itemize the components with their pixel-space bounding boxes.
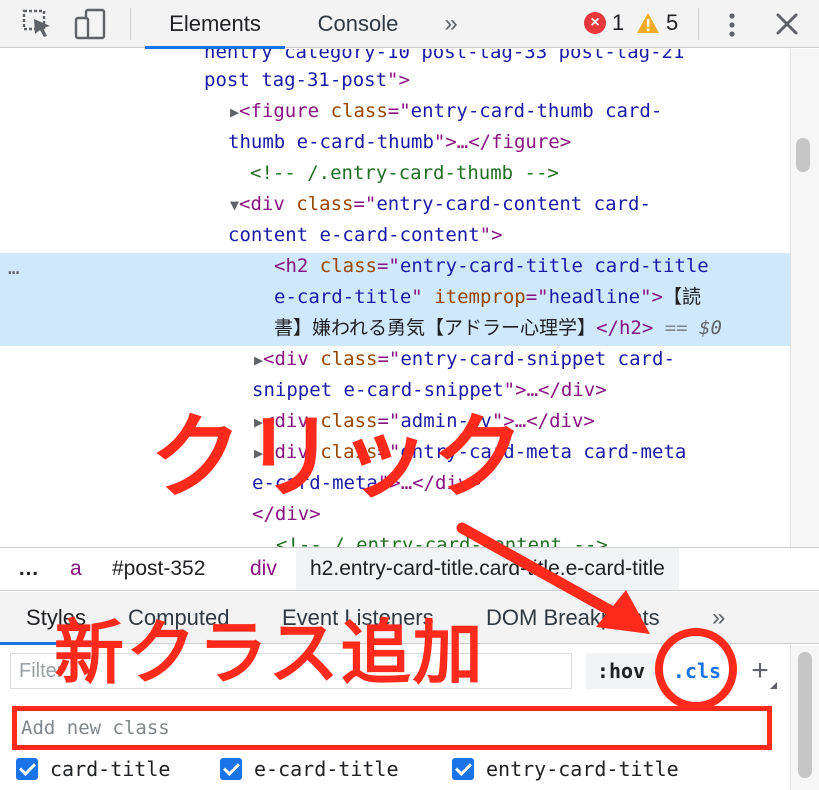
annotation-click-label: クリック <box>150 404 527 511</box>
add-class-highlight-box <box>12 706 772 750</box>
device-toolbar-icon[interactable] <box>74 8 108 40</box>
inspect-element-icon[interactable] <box>22 9 54 39</box>
checkbox-checked-icon[interactable] <box>16 758 38 780</box>
dom-line[interactable]: thumb e-card-thumb">…</figure> <box>228 127 790 158</box>
collapse-triangle-icon[interactable]: ▼ <box>230 196 239 214</box>
hov-button[interactable]: :hov <box>586 653 656 689</box>
dom-line[interactable]: post tag-31-post"> <box>204 65 790 96</box>
dom-tree-scrollbar-thumb[interactable] <box>796 138 810 172</box>
dom-comment[interactable]: <!-- /.entry-card-thumb --> <box>250 158 790 189</box>
class-toggle-e-card-title[interactable]: e-card-title <box>220 755 399 783</box>
dom-line[interactable]: 書】嫌われる勇気【アドラー心理学】</h2> == $0 <box>274 313 790 344</box>
class-toggle-card-title[interactable]: card-title <box>16 755 170 783</box>
error-count: 1 <box>612 10 625 35</box>
class-toggle-label: e-card-title <box>254 757 399 781</box>
dom-node-h2-selected[interactable]: <h2 class="entry-card-title card-title <box>274 251 790 282</box>
class-toggle-label: entry-card-title <box>486 757 679 781</box>
more-sidebar-tabs-button[interactable]: » <box>712 592 725 644</box>
breadcrumb-overflow[interactable]: … <box>18 548 39 590</box>
tab-dom-breakpoints[interactable]: DOM Breakpoints <box>486 592 660 644</box>
checkbox-checked-icon[interactable] <box>220 758 242 780</box>
dom-node-figure[interactable]: ▶<figure class="entry-card-thumb card- <box>230 96 790 127</box>
new-rule-menu-corner-icon <box>770 682 777 689</box>
dom-line[interactable]: e-card-title" itemprop="headline">【読 <box>274 282 790 313</box>
dom-comment[interactable]: <!-- /.entry-card-content --> <box>276 530 790 547</box>
close-icon[interactable] <box>772 10 802 38</box>
toolbar-divider <box>698 8 699 40</box>
checkbox-checked-icon[interactable] <box>452 758 474 780</box>
breadcrumb-item-a[interactable]: a <box>70 548 82 590</box>
dom-tree-scrollbar[interactable] <box>790 49 819 547</box>
add-new-class-input[interactable] <box>21 715 761 741</box>
dom-node-div-content[interactable]: ▼<div class="entry-card-content card- <box>230 189 790 220</box>
tab-elements[interactable]: Elements <box>145 0 285 49</box>
breadcrumb-item-post[interactable]: #post-352 <box>112 548 205 590</box>
kebab-menu-icon[interactable] <box>722 10 742 40</box>
cls-button[interactable]: .cls <box>664 653 730 689</box>
warning-counter[interactable]: 5 <box>636 9 678 37</box>
error-icon: × <box>584 12 606 34</box>
dom-node-div-snippet[interactable]: ▶<div class="entry-card-snippet card- <box>254 344 790 375</box>
class-toggle-label: card-title <box>50 757 171 781</box>
tab-console[interactable]: Console <box>298 0 418 48</box>
dom-line[interactable]: content e-card-content"> <box>228 220 790 251</box>
annotation-new-class-label: 新クラス追加 <box>54 612 485 694</box>
warning-icon <box>637 13 659 33</box>
node-actions-ellipsis[interactable]: … <box>8 253 19 284</box>
class-toggle-entry-card-title[interactable]: entry-card-title <box>452 755 679 783</box>
styles-scrollbar-thumb[interactable] <box>798 652 812 778</box>
expand-triangle-icon[interactable]: ▶ <box>254 351 263 369</box>
more-tabs-button[interactable]: » <box>436 0 466 48</box>
devtools-toolbar: Elements Console » × 1 5 <box>0 0 819 49</box>
breadcrumb-item-h2-current[interactable]: h2.entry-card-title.card-title.e-card-ti… <box>296 548 679 590</box>
breadcrumb: … a #post-352 div h2.entry-card-title.ca… <box>0 547 819 591</box>
expand-triangle-icon[interactable]: ▶ <box>230 103 239 121</box>
breadcrumb-item-div[interactable]: div <box>250 548 277 590</box>
toolbar-divider <box>130 8 131 40</box>
warning-count: 5 <box>666 10 679 35</box>
error-counter[interactable]: × 1 <box>584 10 624 36</box>
dom-line[interactable]: snippet e-card-snippet">…</div> <box>252 375 790 406</box>
